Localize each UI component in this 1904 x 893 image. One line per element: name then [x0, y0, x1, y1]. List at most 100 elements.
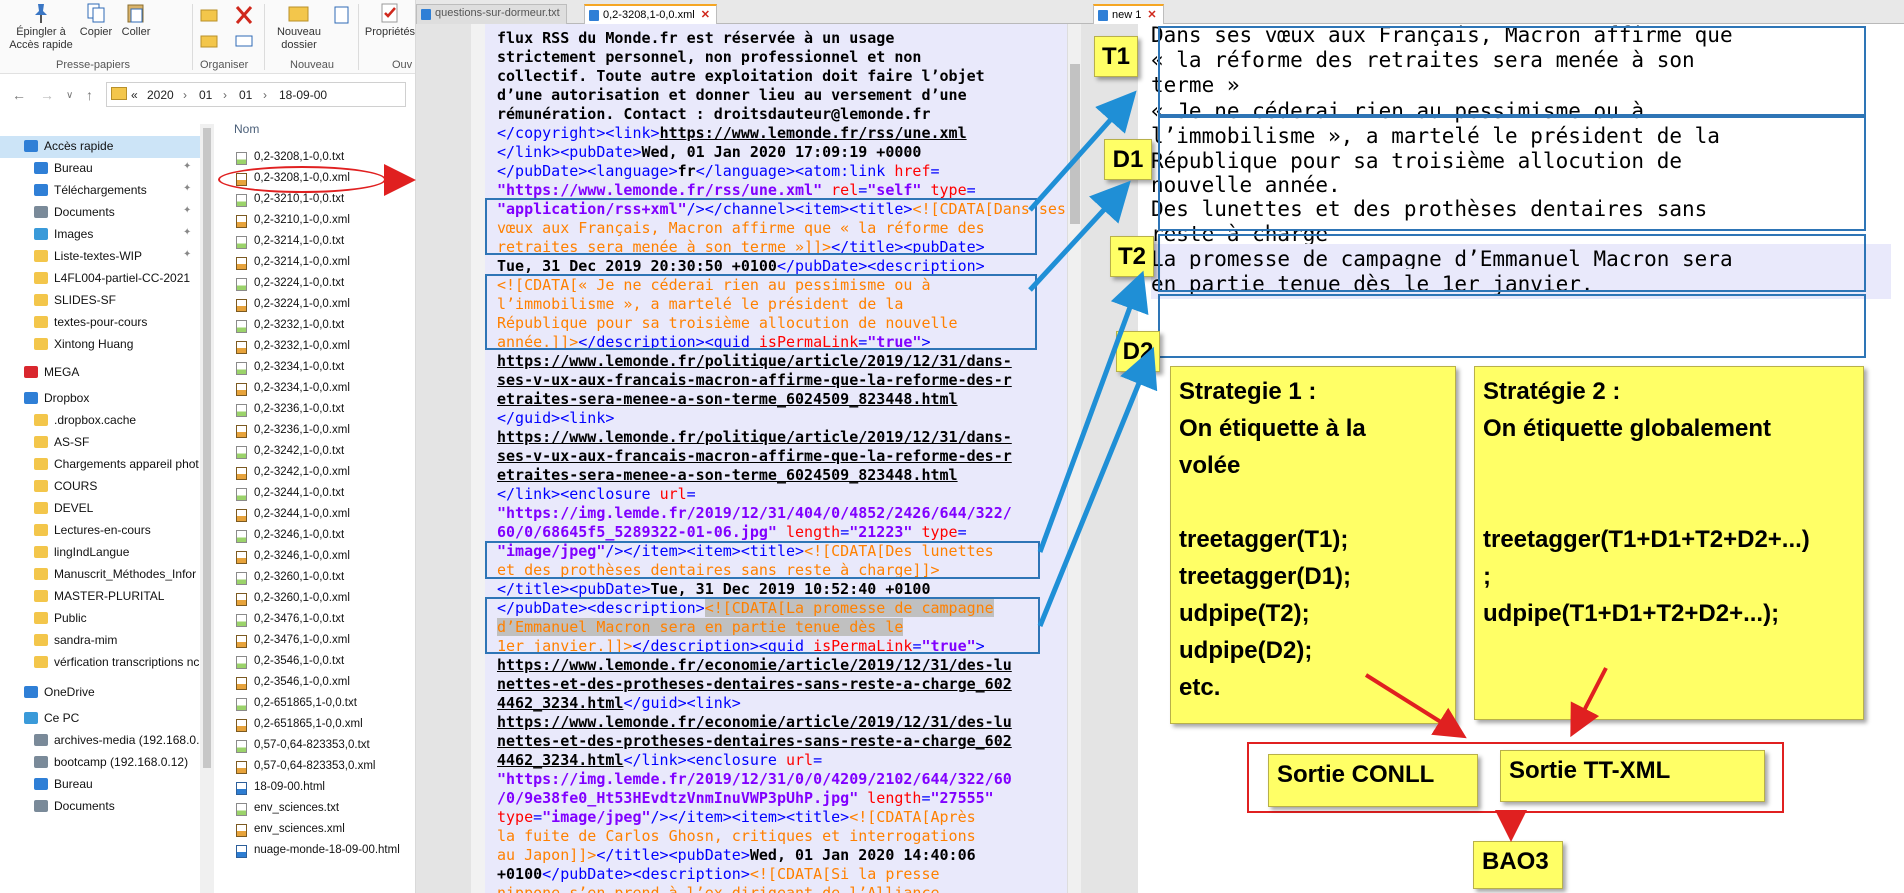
- file-row[interactable]: 0,2-3242,1-0,0.txt: [236, 442, 415, 463]
- editor-scrollbar[interactable]: [1067, 24, 1081, 893]
- breadcrumb-overflow[interactable]: «: [131, 88, 138, 102]
- column-header-name[interactable]: Nom: [234, 122, 259, 136]
- file-row[interactable]: 0,2-3244,1-0,0.xml: [236, 505, 415, 526]
- copy-to-button[interactable]: [198, 30, 218, 54]
- new-folder-button[interactable]: Nouveau dossier: [270, 2, 328, 52]
- nav-item[interactable]: textes-pour-cours: [0, 312, 200, 334]
- file-row[interactable]: 18-09-00.html: [236, 778, 415, 799]
- nav-item[interactable]: Ce PC: [0, 708, 200, 730]
- file-row[interactable]: 0,57-0,64-823353,0.txt: [236, 736, 415, 757]
- file-row[interactable]: nuage-monde-18-09-00.html: [236, 841, 415, 862]
- up-arrow-icon[interactable]: ↑: [86, 87, 93, 103]
- file-row[interactable]: 0,2-3214,1-0,0.txt: [236, 232, 415, 253]
- nav-item[interactable]: OneDrive: [0, 682, 200, 704]
- nav-item[interactable]: MASTER-PLURITAL: [0, 586, 200, 608]
- file-name: 0,2-3224,1-0,0.xml: [254, 298, 350, 310]
- breadcrumb-current[interactable]: 18-09-00: [279, 88, 327, 102]
- file-row[interactable]: 0,2-3546,1-0,0.xml: [236, 673, 415, 694]
- close-tab-icon[interactable]: ✕: [701, 9, 710, 21]
- address-field[interactable]: « 2020 › 01 › 01 › 18-09-00: [106, 82, 406, 107]
- nav-item[interactable]: AS-SF: [0, 432, 200, 454]
- nav-item[interactable]: lingIndLangue: [0, 542, 200, 564]
- nav-item[interactable]: sandra-mim: [0, 630, 200, 652]
- rename-button[interactable]: [230, 30, 258, 54]
- file-row[interactable]: 0,2-3260,1-0,0.xml: [236, 589, 415, 610]
- file-row[interactable]: 0,2-3232,1-0,0.xml: [236, 337, 415, 358]
- pin-icon[interactable]: ✦: [183, 205, 191, 216]
- scrollbar-thumb[interactable]: [1070, 64, 1080, 224]
- file-row[interactable]: 0,2-3224,1-0,0.txt: [236, 274, 415, 295]
- xml-code-area[interactable]: flux RSS du Monde.fr est réservée à un u…: [485, 24, 1067, 893]
- nav-item[interactable]: COURS: [0, 476, 200, 498]
- properties-button[interactable]: Propriétés: [364, 2, 415, 39]
- file-row[interactable]: 0,57-0,64-823353,0.xml: [236, 757, 415, 778]
- file-row[interactable]: env_sciences.xml: [236, 820, 415, 841]
- nav-item[interactable]: Liste-textes-WIP ✦: [0, 246, 200, 268]
- breadcrumb-01-day[interactable]: 01: [239, 88, 252, 102]
- forward-arrow-icon[interactable]: →: [40, 87, 54, 103]
- nav-item[interactable]: Bureau: [0, 774, 200, 796]
- copy-button[interactable]: Copier: [78, 2, 114, 39]
- file-row[interactable]: 0,2-3210,1-0,0.txt: [236, 190, 415, 211]
- nav-item[interactable]: L4FL004-partiel-CC-2021: [0, 268, 200, 290]
- file-row[interactable]: 0,2-3476,1-0,0.txt: [236, 610, 415, 631]
- pin-icon[interactable]: ✦: [183, 161, 191, 172]
- new-item-button[interactable]: [330, 4, 354, 28]
- pin-icon[interactable]: ✦: [183, 183, 191, 194]
- file-row[interactable]: 0,2-3236,1-0,0.txt: [236, 400, 415, 421]
- delete-button[interactable]: [230, 4, 258, 28]
- pin-icon[interactable]: ✦: [183, 249, 191, 260]
- file-row[interactable]: 0,2-3224,1-0,0.xml: [236, 295, 415, 316]
- tab-questions-sur-dormeur[interactable]: questions-sur-dormeur.txt: [416, 4, 567, 24]
- nav-item[interactable]: vérfication transcriptions nc: [0, 652, 200, 674]
- pin-quick-access-button[interactable]: Épingler à Accès rapide: [6, 2, 76, 52]
- nav-item[interactable]: Xintong Huang: [0, 334, 200, 356]
- file-row[interactable]: 0,2-651865,1-0,0.xml: [236, 715, 415, 736]
- file-row[interactable]: 0,2-3476,1-0,0.xml: [236, 631, 415, 652]
- file-row[interactable]: 0,2-651865,1-0,0.txt: [236, 694, 415, 715]
- tab-xml-file[interactable]: 0,2-3208,1-0,0.xml ✕: [584, 4, 717, 24]
- file-row[interactable]: 0,2-3546,1-0,0.txt: [236, 652, 415, 673]
- breadcrumb-2020[interactable]: 2020: [147, 88, 174, 102]
- breadcrumb-separator: ›: [223, 88, 227, 102]
- nav-item[interactable]: Public: [0, 608, 200, 630]
- back-arrow-icon[interactable]: ←: [12, 87, 26, 103]
- file-row[interactable]: 0,2-3236,1-0,0.xml: [236, 421, 415, 442]
- paste-button[interactable]: Coller: [118, 2, 154, 39]
- file-row[interactable]: 0,2-3260,1-0,0.txt: [236, 568, 415, 589]
- nav-item[interactable]: Dropbox: [0, 388, 200, 410]
- move-to-button[interactable]: [198, 4, 218, 28]
- file-row[interactable]: 0,2-3246,1-0,0.xml: [236, 547, 415, 568]
- file-row[interactable]: 0,2-3246,1-0,0.txt: [236, 526, 415, 547]
- nav-item[interactable]: Accès rapide: [0, 136, 200, 158]
- nav-item[interactable]: .dropbox.cache: [0, 410, 200, 432]
- nav-item[interactable]: Manuscrit_Méthodes_Infor: [0, 564, 200, 586]
- nav-item[interactable]: Documents ✦: [0, 202, 200, 224]
- nav-item[interactable]: archives-media (192.168.0.1: [0, 730, 200, 752]
- nav-item[interactable]: DEVEL: [0, 498, 200, 520]
- nav-item[interactable]: Documents: [0, 796, 200, 818]
- nav-item[interactable]: Images ✦: [0, 224, 200, 246]
- file-row[interactable]: 0,2-3234,1-0,0.txt: [236, 358, 415, 379]
- nav-item[interactable]: Chargements appareil phot: [0, 454, 200, 476]
- file-row[interactable]: 0,2-3244,1-0,0.txt: [236, 484, 415, 505]
- nav-item[interactable]: Lectures-en-cours: [0, 520, 200, 542]
- recent-chevron-icon[interactable]: ∨: [66, 90, 73, 101]
- nav-item-label: MEGA: [44, 365, 80, 379]
- file-row[interactable]: 0,2-3214,1-0,0.xml: [236, 253, 415, 274]
- code-line: </link><enclosure url=: [497, 485, 696, 504]
- scrollbar-thumb[interactable]: [203, 128, 211, 768]
- file-row[interactable]: 0,2-3232,1-0,0.txt: [236, 316, 415, 337]
- file-row[interactable]: 0,2-3242,1-0,0.xml: [236, 463, 415, 484]
- nav-pane-scrollbar[interactable]: [200, 124, 214, 893]
- breadcrumb-01-month[interactable]: 01: [199, 88, 212, 102]
- nav-item[interactable]: bootcamp (192.168.0.12): [0, 752, 200, 774]
- nav-item[interactable]: SLIDES-SF: [0, 290, 200, 312]
- nav-item[interactable]: Bureau ✦: [0, 158, 200, 180]
- nav-item[interactable]: Téléchargements ✦: [0, 180, 200, 202]
- nav-item[interactable]: MEGA: [0, 362, 200, 384]
- file-row[interactable]: 0,2-3234,1-0,0.xml: [236, 379, 415, 400]
- file-row[interactable]: env_sciences.txt: [236, 799, 415, 820]
- file-row[interactable]: 0,2-3210,1-0,0.xml: [236, 211, 415, 232]
- pin-icon[interactable]: ✦: [183, 227, 191, 238]
